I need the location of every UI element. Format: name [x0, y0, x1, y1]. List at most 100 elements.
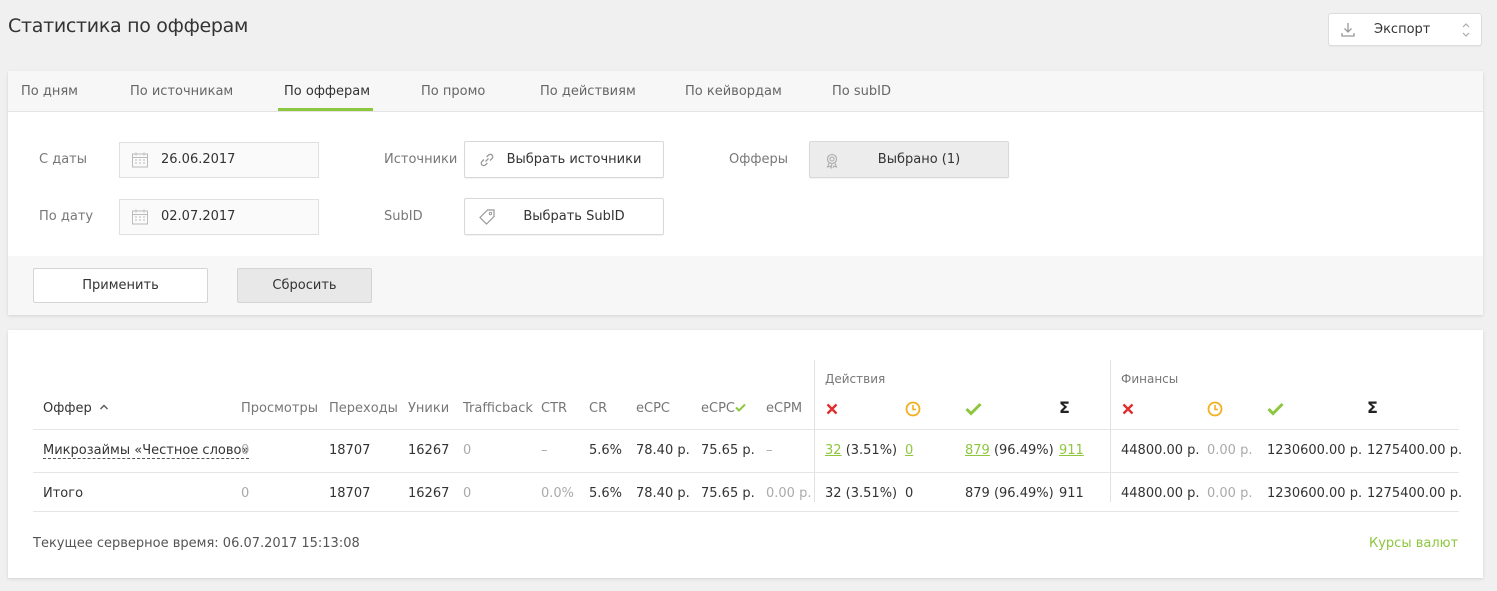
column-header-ecpc-approved[interactable]: eCPC — [701, 401, 746, 416]
sort-asc-icon — [99, 404, 108, 410]
total-fin-approved: 1230600.00 р. — [1267, 486, 1363, 501]
column-header-offer[interactable]: Оффер — [43, 401, 109, 416]
export-label: Экспорт — [1374, 22, 1431, 37]
date-to-value: 02.07.2017 — [161, 209, 236, 224]
total-label: Итого — [43, 486, 84, 501]
column-group-divider — [814, 360, 815, 502]
pending-count-link[interactable]: 0 — [905, 443, 913, 458]
approved-check-icon — [965, 402, 982, 416]
column-header-clicks[interactable]: Переходы — [329, 401, 398, 416]
stats-table-panel: Действия Финансы Оффер Просмотры Переход… — [8, 330, 1483, 578]
column-header-views[interactable]: Просмотры — [241, 401, 318, 416]
total-cr: 5.6% — [589, 486, 623, 501]
approved-check-icon — [1267, 402, 1284, 416]
group-actions-heading: Действия — [825, 372, 886, 386]
select-sources-button[interactable]: Выбрать источники — [464, 141, 664, 178]
tab-by-subid[interactable]: По subID — [832, 84, 891, 99]
date-to-label: По дату — [39, 209, 94, 224]
column-header-cr[interactable]: CR — [589, 401, 607, 416]
cell-ecpc-approved: 75.65 р. — [701, 443, 755, 458]
offer-name-link[interactable]: Микрозаймы «Честное слово» — [43, 443, 250, 459]
approved-count-link[interactable]: 879 — [965, 443, 990, 458]
row-divider — [33, 511, 1459, 512]
total-ecpc-approved: 75.65 р. — [701, 486, 755, 501]
total-actions-link[interactable]: 911 — [1059, 443, 1084, 458]
date-from-value: 26.06.2017 — [161, 152, 236, 167]
header-divider — [33, 429, 1459, 430]
offers-label: Офферы — [729, 152, 788, 167]
cell-uniques: 16267 — [408, 443, 450, 458]
download-icon — [1341, 23, 1355, 37]
cell-pending: 0 — [905, 443, 913, 458]
date-from-input[interactable]: 26.06.2017 — [119, 142, 319, 178]
pending-clock-icon — [905, 401, 921, 417]
tab-by-sources[interactable]: По источникам — [130, 84, 233, 99]
filter-actions-bar: Применить Сбросить — [8, 256, 1483, 315]
reset-button[interactable]: Сбросить — [237, 268, 372, 303]
row-divider — [33, 472, 1459, 473]
total-fin-total: 1275400.00 р. — [1367, 486, 1463, 501]
select-subid-label: Выбрать SubID — [523, 209, 625, 224]
rejected-percent: (3.51%) — [845, 443, 898, 458]
cell-fin-rejected: 44800.00 р. — [1121, 443, 1200, 458]
total-rejected: 32 (3.51%) — [825, 486, 898, 501]
cell-ecpm: – — [766, 443, 773, 458]
tab-by-offers[interactable]: По офферам — [284, 84, 370, 99]
total-uniques: 16267 — [408, 486, 450, 501]
cell-cr: 5.6% — [589, 443, 623, 458]
apply-button[interactable]: Применить — [33, 268, 208, 303]
total-ecpm: 0.00 р. — [766, 486, 812, 501]
tab-by-actions[interactable]: По действиям — [540, 84, 636, 99]
column-header-ecpm[interactable]: eCPM — [766, 401, 802, 416]
column-header-ctr[interactable]: CTR — [541, 401, 567, 416]
cell-total-actions: 911 — [1059, 443, 1084, 458]
approved-percent: (96.49%) — [993, 443, 1054, 458]
column-header-ecpc[interactable]: eCPC — [636, 401, 670, 416]
total-views: 0 — [241, 486, 250, 501]
select-sources-label: Выбрать источники — [506, 152, 642, 167]
column-header-trafficback[interactable]: Trafficback — [463, 401, 533, 416]
cell-ecpc: 78.40 р. — [636, 443, 690, 458]
cell-clicks: 18707 — [329, 443, 371, 458]
page-title: Статистика по офферам — [8, 15, 249, 37]
check-icon — [735, 403, 746, 412]
total-approved: 879 (96.49%) — [965, 486, 1054, 501]
select-offers-label: Выбрано (1) — [877, 152, 961, 167]
date-from-label: С даты — [39, 152, 88, 167]
actions-sum-header[interactable]: Σ — [1059, 398, 1070, 417]
rejected-count-link[interactable]: 32 — [825, 443, 842, 458]
total-fin-pending: 0.00 р. — [1207, 486, 1253, 501]
cell-approved: 879 (96.49%) — [965, 443, 1054, 458]
server-time: Текущее серверное время: 06.07.2017 15:1… — [33, 536, 360, 551]
sources-label: Источники — [384, 152, 458, 167]
select-subid-button[interactable]: Выбрать SubID — [464, 198, 664, 235]
calendar-icon — [132, 209, 148, 225]
column-header-uniques[interactable]: Уники — [408, 401, 449, 416]
export-button[interactable]: Экспорт — [1328, 13, 1482, 46]
date-to-input[interactable]: 02.07.2017 — [119, 199, 319, 235]
filters-panel: По дням По источникам По офферам По пром… — [8, 71, 1483, 315]
chevron-updown-icon — [1462, 23, 1470, 37]
cell-fin-approved: 1230600.00 р. — [1267, 443, 1363, 458]
total-trafficback: 0 — [463, 486, 472, 501]
tab-by-days[interactable]: По дням — [21, 84, 78, 99]
group-finance-heading: Финансы — [1121, 372, 1179, 386]
total-actions-sum: 911 — [1059, 486, 1084, 501]
rejected-icon — [826, 403, 838, 415]
tab-by-promo[interactable]: По промо — [421, 84, 485, 99]
currency-rates-link[interactable]: Курсы валют — [1369, 536, 1458, 551]
total-fin-rejected: 44800.00 р. — [1121, 486, 1200, 501]
cell-fin-pending: 0.00 р. — [1207, 443, 1253, 458]
rejected-icon — [1122, 403, 1134, 415]
pending-clock-icon — [1207, 401, 1223, 417]
select-offers-button[interactable]: Выбрано (1) — [809, 141, 1009, 178]
cell-views: 0 — [241, 443, 250, 458]
cell-ctr: – — [541, 443, 548, 458]
total-ecpc: 78.40 р. — [636, 486, 690, 501]
offer-header-label: Оффер — [43, 401, 92, 416]
finance-sum-header[interactable]: Σ — [1367, 398, 1378, 417]
subid-label: SubID — [384, 209, 423, 224]
total-pending: 0 — [905, 486, 914, 501]
tab-by-keywords[interactable]: По кейвордам — [685, 84, 782, 99]
calendar-icon — [132, 152, 148, 168]
